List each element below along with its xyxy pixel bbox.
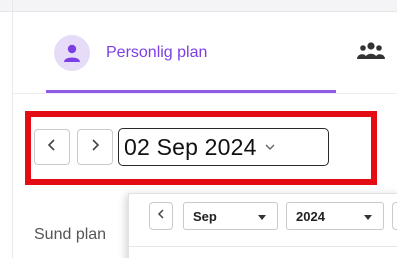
next-date-button[interactable] bbox=[77, 129, 113, 165]
month-select-value: Sep bbox=[193, 208, 217, 224]
year-select-value: 2024 bbox=[296, 208, 325, 224]
tab-group-plan[interactable] bbox=[356, 12, 397, 94]
selected-date: 02 Sep 2024 bbox=[124, 133, 257, 160]
month-select[interactable]: Sep bbox=[183, 202, 278, 230]
tab-divider bbox=[13, 93, 397, 94]
date-select-dropdown[interactable]: 02 Sep 2024 bbox=[118, 128, 329, 166]
tab-personal-plan-label: Personlig plan bbox=[106, 44, 208, 61]
year-select[interactable]: 2024 bbox=[286, 202, 384, 230]
group-icon bbox=[356, 41, 386, 66]
calendar-header-divider bbox=[129, 246, 397, 247]
calendar-prev-month-button[interactable] bbox=[149, 202, 173, 230]
tab-personal-plan[interactable]: Personlig plan bbox=[46, 12, 336, 94]
chevron-right-icon bbox=[89, 138, 101, 157]
panel-edge bbox=[12, 0, 13, 258]
caret-down-icon bbox=[364, 215, 372, 220]
calendar-popup: Sep 2024 bbox=[128, 193, 397, 258]
chevron-down-icon bbox=[263, 142, 277, 152]
chevron-left-icon bbox=[46, 138, 58, 157]
chevron-left-icon bbox=[156, 207, 166, 225]
calendar-next-month-button[interactable] bbox=[392, 202, 397, 230]
person-icon bbox=[54, 35, 90, 71]
top-bar bbox=[0, 0, 397, 12]
section-label: Sund plan bbox=[34, 226, 107, 243]
caret-down-icon bbox=[258, 215, 266, 220]
previous-date-button[interactable] bbox=[34, 129, 70, 165]
